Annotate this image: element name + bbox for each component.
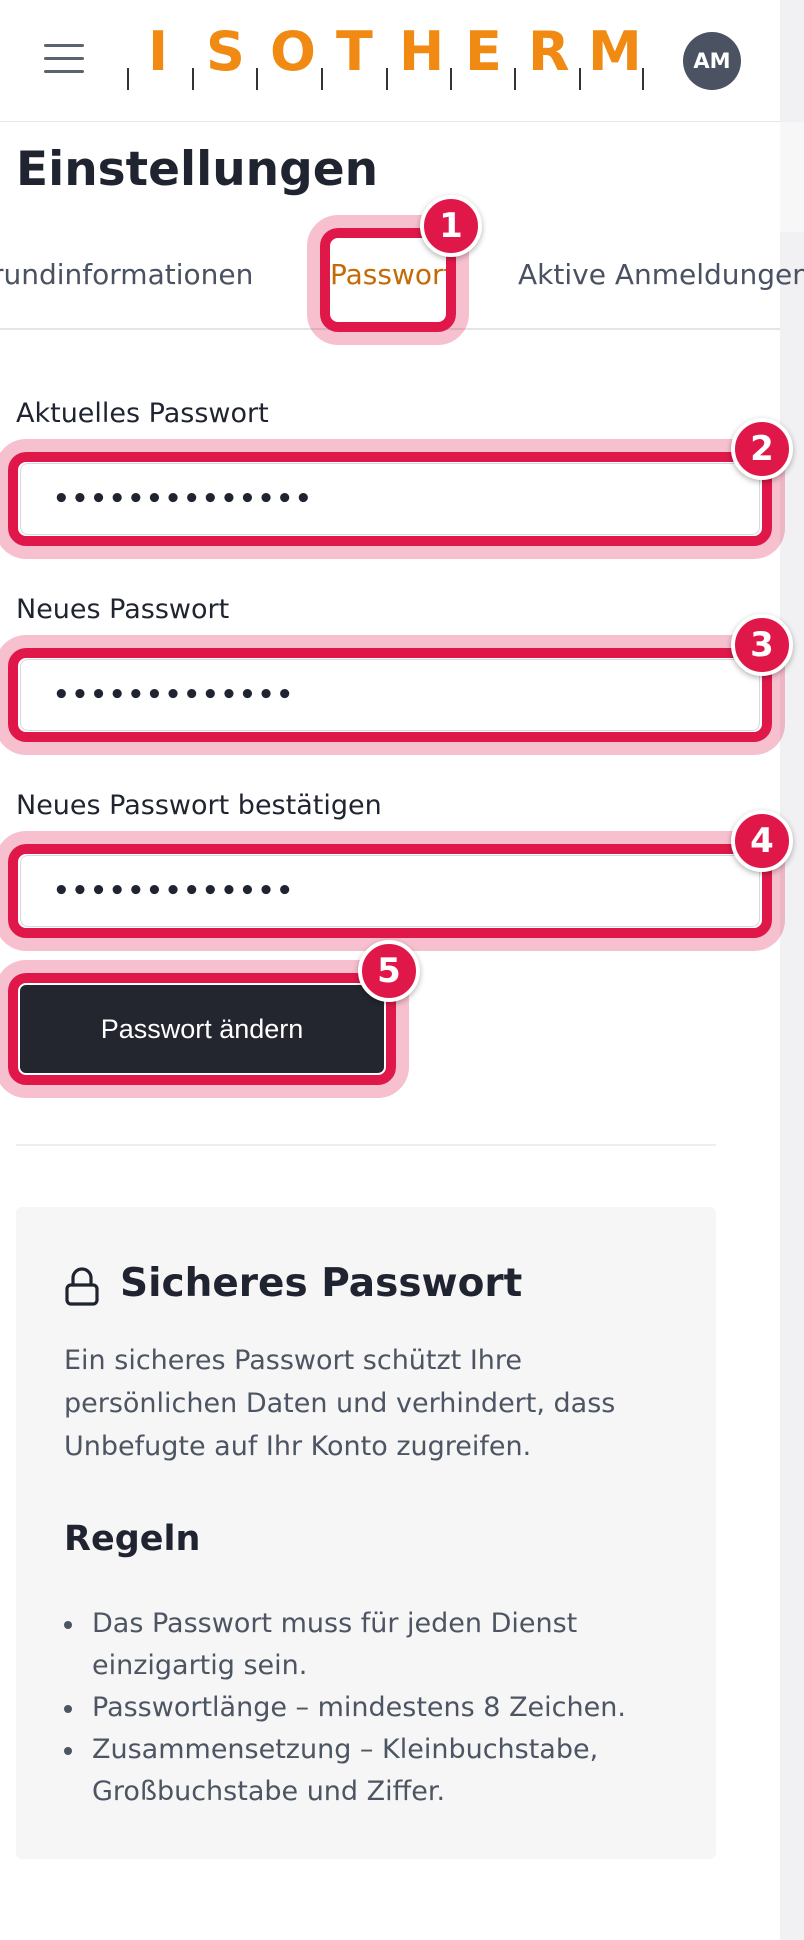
rule-item: Das Passwort muss für jeden Dienst einzi… xyxy=(64,1603,684,1687)
annotation-badge-3: 3 xyxy=(731,614,793,676)
app-header: I S O T H E R M AM xyxy=(0,0,780,122)
page-title: Einstellungen xyxy=(16,142,379,197)
rules-list: Das Passwort muss für jeden Dienst einzi… xyxy=(64,1603,684,1813)
new-password-label: Neues Passwort xyxy=(16,594,230,625)
annotation-badge-2: 2 xyxy=(731,418,793,480)
logo-letter: O xyxy=(270,20,316,83)
logo-letter: R xyxy=(528,20,570,83)
info-card-text: Ein sicheres Passwort schützt Ihre persö… xyxy=(64,1345,616,1462)
isotherm-logo[interactable]: I S O T H E R M xyxy=(124,20,654,92)
current-password-input[interactable]: •••••••••••••• xyxy=(20,463,760,535)
annotation-badge-5: 5 xyxy=(358,940,420,1002)
confirm-password-label: Neues Passwort bestätigen xyxy=(16,790,382,821)
hamburger-menu-icon[interactable] xyxy=(44,44,84,76)
confirm-password-input[interactable]: ••••••••••••• xyxy=(20,855,760,927)
rule-item: Zusammensetzung – Kleinbuchstabe, Großbu… xyxy=(64,1729,684,1813)
lock-icon xyxy=(65,1267,99,1306)
annotation-badge-1: 1 xyxy=(420,195,482,257)
tab-aktive-anmeldungen[interactable]: Aktive Anmeldungen xyxy=(518,258,804,291)
scrollbar-track[interactable] xyxy=(780,0,804,1940)
info-card-title: Sicheres Passwort xyxy=(120,1261,523,1306)
annotation-badge-4: 4 xyxy=(731,810,793,872)
rule-item: Passwortlänge – mindestens 8 Zeichen. xyxy=(64,1687,684,1729)
rules-title: Regeln xyxy=(64,1519,201,1559)
logo-letter: H xyxy=(399,20,445,83)
change-password-button[interactable]: Passwort ändern xyxy=(20,985,384,1073)
user-avatar[interactable]: AM xyxy=(683,32,741,90)
secure-password-info-card: Sicheres Passwort Ein sicheres Passwort … xyxy=(16,1207,716,1859)
logo-letter: T xyxy=(336,20,373,83)
tabs-divider xyxy=(0,328,780,330)
logo-letter: I xyxy=(148,20,169,83)
tab-passwort[interactable]: Passwort xyxy=(330,258,454,291)
current-password-label: Aktuelles Passwort xyxy=(16,398,269,429)
new-password-input[interactable]: ••••••••••••• xyxy=(20,659,760,731)
section-divider xyxy=(16,1144,716,1146)
logo-letter: M xyxy=(588,20,642,83)
logo-letter: S xyxy=(206,20,245,83)
tab-grundinformationen[interactable]: rundinformationen xyxy=(0,258,253,291)
logo-letter: E xyxy=(465,20,502,83)
scrollbar-thumb[interactable] xyxy=(780,122,804,232)
